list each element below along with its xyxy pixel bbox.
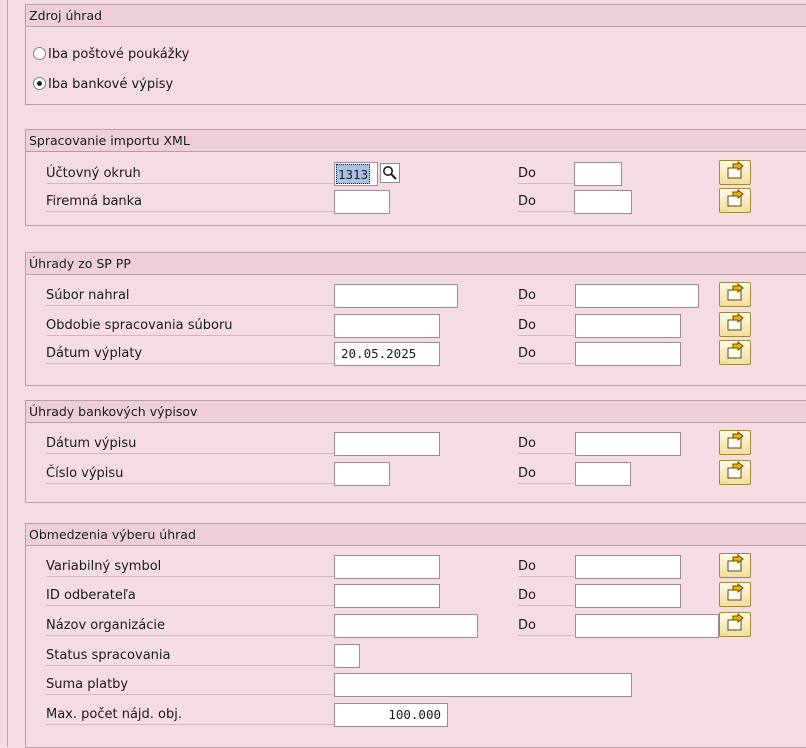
field-label: Dátum výplaty: [46, 343, 346, 364]
multiple-selection-button[interactable]: [719, 282, 751, 307]
do-label: Do: [518, 163, 574, 184]
selected-value: 1313: [336, 164, 371, 184]
do-label: Do: [518, 556, 574, 577]
uctovny-okruh-input[interactable]: 1313: [334, 162, 378, 186]
field-label: Variabilný symbol: [46, 556, 346, 577]
cislo-vypisu-input[interactable]: [334, 462, 390, 486]
do-label: Do: [518, 615, 574, 636]
max-pocet-input[interactable]: 100.000: [334, 703, 448, 727]
subor-nahral-to-input[interactable]: [575, 284, 699, 308]
cislo-vypisu-to-input[interactable]: [575, 462, 631, 486]
field-label: Názov organizácie: [46, 615, 346, 636]
row-id-odberatela: ID odberateľa Do: [26, 582, 806, 608]
row-datum-vypisu: Dátum výpisu Do: [26, 430, 806, 456]
radio-postove-poukazky[interactable]: Iba poštové poukážky: [33, 45, 189, 65]
multiple-selection-button[interactable]: [719, 553, 751, 578]
multiple-selection-button[interactable]: [719, 460, 751, 485]
multiple-selection-arrow-icon: [727, 283, 744, 301]
field-label: Účtovný okruh: [46, 163, 346, 184]
group-uhrady-sp-pp: Úhrady zo SP PP Súbor nahral Do Obdobie …: [25, 252, 806, 386]
radio-label: Iba bankové výpisy: [48, 77, 174, 92]
datum-vypisu-to-input[interactable]: [575, 432, 681, 456]
datum-vyplaty-input[interactable]: 20.05.2025: [334, 342, 440, 366]
do-label: Do: [518, 433, 574, 454]
uctovny-okruh-to-input[interactable]: [574, 162, 622, 186]
radio-label: Iba poštové poukážky: [48, 47, 190, 62]
status-spracovania-input[interactable]: [334, 644, 360, 668]
row-variabilny-symbol: Variabilný symbol Do: [26, 553, 806, 579]
variabilny-symbol-to-input[interactable]: [575, 555, 681, 579]
group-obmedzenia-vyberu: Obmedzenia výberu úhrad Variabilný symbo…: [25, 523, 806, 748]
row-obdobie-spracovania: Obdobie spracovania súboru Do: [26, 312, 806, 338]
multiple-selection-arrow-icon: [727, 461, 744, 479]
variabilny-symbol-input[interactable]: [334, 555, 440, 579]
radio-button-on[interactable]: [33, 77, 46, 90]
group-spracovanie-xml: Spracovanie importu XML Účtovný okruh 13…: [25, 129, 806, 226]
multiple-selection-arrow-icon: [727, 613, 744, 631]
multiple-selection-button[interactable]: [719, 188, 751, 213]
group-title: Úhrady zo SP PP: [26, 253, 806, 275]
row-cislo-vypisu: Číslo výpisu Do: [26, 460, 806, 486]
group-title: Zdroj úhrad: [26, 5, 806, 27]
field-label: Dátum výpisu: [46, 433, 346, 454]
multiple-selection-arrow-icon: [727, 189, 744, 207]
multiple-selection-button[interactable]: [719, 582, 751, 607]
row-datum-vyplaty: Dátum výplaty 20.05.2025 Do: [26, 340, 806, 366]
firemna-banka-to-input[interactable]: [574, 190, 632, 214]
multiple-selection-button[interactable]: [719, 312, 751, 337]
firemna-banka-input[interactable]: [334, 190, 390, 214]
subor-nahral-input[interactable]: [334, 284, 458, 308]
suma-platby-input[interactable]: [334, 673, 632, 697]
row-uctovny-okruh: Účtovný okruh 1313 Do: [26, 160, 806, 186]
row-status-spracovania: Status spracovania: [26, 644, 806, 668]
value-help-button[interactable]: [380, 163, 400, 183]
field-label: Obdobie spracovania súboru: [46, 315, 346, 336]
datum-vyplaty-to-input[interactable]: [575, 342, 681, 366]
field-label: Suma platby: [46, 674, 346, 695]
field-label: Súbor nahral: [46, 285, 346, 306]
row-firemna-banka: Firemná banka Do: [26, 188, 806, 214]
nazov-organizacie-to-input[interactable]: [575, 614, 719, 638]
field-label: Max. počet nájd. obj.: [46, 704, 346, 725]
do-label: Do: [518, 285, 574, 306]
datum-vypisu-input[interactable]: [334, 432, 440, 456]
id-odberatela-to-input[interactable]: [575, 584, 681, 608]
multiple-selection-button[interactable]: [719, 612, 751, 637]
id-odberatela-input[interactable]: [334, 584, 440, 608]
group-uhrady-bankovych-vypisov: Úhrady bankových výpisov Dátum výpisu Do…: [25, 400, 806, 503]
multiple-selection-arrow-icon: [727, 431, 744, 449]
row-subor-nahral: Súbor nahral Do: [26, 282, 806, 308]
do-label: Do: [518, 343, 574, 364]
multiple-selection-arrow-icon: [727, 161, 744, 179]
multiple-selection-arrow-icon: [727, 313, 744, 331]
multiple-selection-button[interactable]: [719, 340, 751, 365]
multiple-selection-button[interactable]: [719, 160, 751, 185]
row-suma-platby: Suma platby: [26, 673, 806, 697]
field-label: ID odberateľa: [46, 585, 346, 606]
field-label: Číslo výpisu: [46, 463, 346, 484]
multiple-selection-arrow-icon: [727, 341, 744, 359]
group-title: Obmedzenia výberu úhrad: [26, 524, 806, 546]
row-max-pocet: Max. počet nájd. obj. 100.000: [26, 703, 806, 727]
radio-button-off[interactable]: [33, 47, 46, 60]
group-zdroj-uhrad: Zdroj úhrad Iba poštové poukážky Iba ban…: [25, 4, 806, 105]
multiple-selection-arrow-icon: [727, 554, 744, 572]
obdobie-spracovania-input[interactable]: [334, 314, 440, 338]
left-border-line: [7, 0, 8, 747]
do-label: Do: [518, 463, 574, 484]
field-label: Firemná banka: [46, 191, 346, 212]
do-label: Do: [518, 585, 574, 606]
magnifier-icon: [383, 166, 397, 180]
field-label: Status spracovania: [46, 645, 346, 666]
do-label: Do: [518, 315, 574, 336]
radio-bankove-vypisy[interactable]: Iba bankové výpisy: [33, 75, 173, 95]
do-label: Do: [518, 191, 574, 212]
multiple-selection-arrow-icon: [727, 583, 744, 601]
row-nazov-organizacie: Názov organizácie Do: [26, 612, 806, 638]
nazov-organizacie-input[interactable]: [334, 614, 478, 638]
obdobie-spracovania-to-input[interactable]: [575, 314, 681, 338]
group-title: Úhrady bankových výpisov: [26, 401, 806, 423]
group-title: Spracovanie importu XML: [26, 130, 806, 152]
multiple-selection-button[interactable]: [719, 430, 751, 455]
